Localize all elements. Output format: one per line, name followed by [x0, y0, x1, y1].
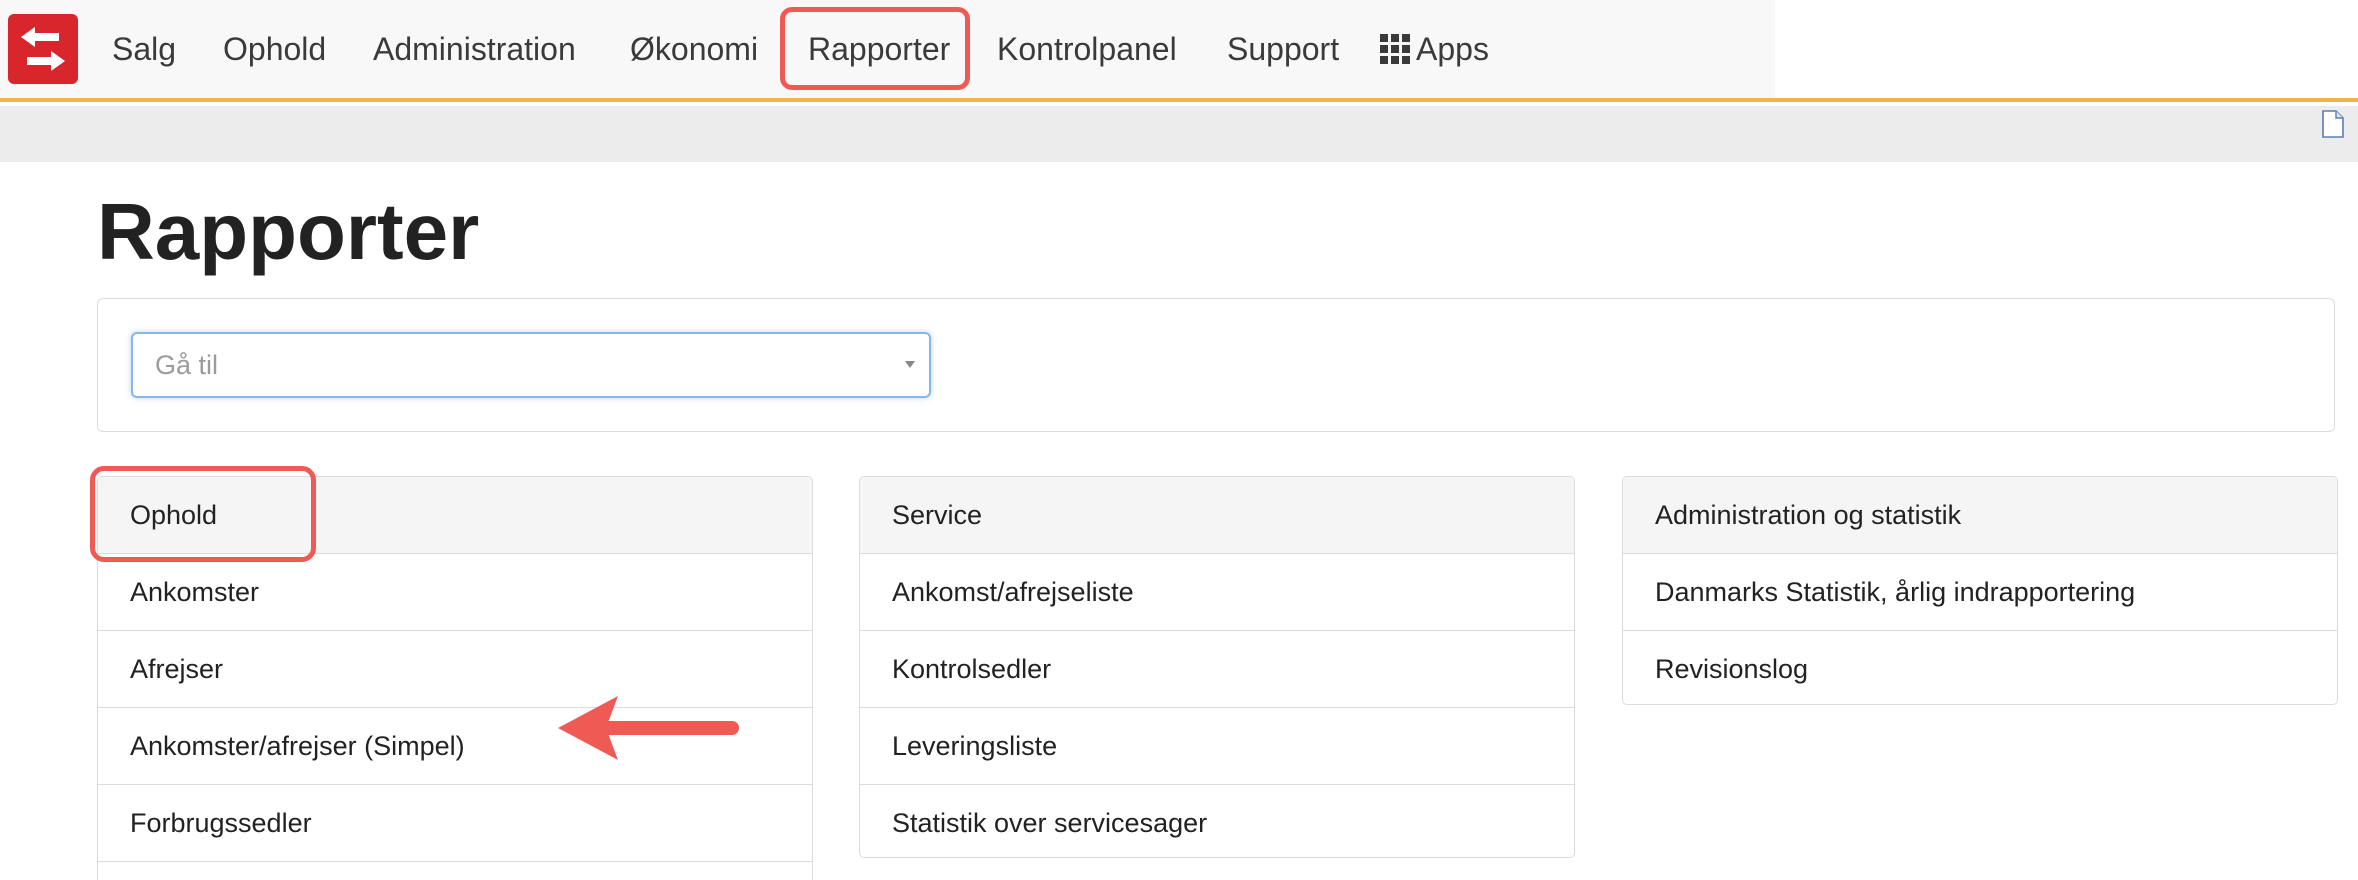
nav-item-support[interactable]: Support	[1227, 0, 1339, 98]
panel-heading-service: Service	[860, 477, 1574, 554]
report-link-forbrugssedler[interactable]: Forbrugssedler	[98, 785, 812, 862]
rapporter-highlight-box	[780, 7, 970, 90]
nav-item-administration[interactable]: Administration	[373, 0, 576, 98]
ophold-highlight-box	[90, 466, 316, 562]
top-navbar-right	[1775, 0, 2358, 102]
top-navbar: Salg Ophold Administration Økonomi Rappo…	[0, 0, 1775, 102]
grid-icon	[1380, 33, 1410, 64]
report-link-ankomst-afrejseliste[interactable]: Ankomst/afrejseliste	[860, 554, 1574, 631]
panel-service: Service Ankomst/afrejseliste Kontrolsedl…	[859, 476, 1575, 858]
nav-item-okonomi[interactable]: Økonomi	[630, 0, 758, 98]
nav-item-apps-label: Apps	[1416, 31, 1489, 67]
report-link-kontrolsedler[interactable]: Kontrolsedler	[860, 631, 1574, 708]
caret-down-icon	[905, 361, 915, 368]
report-link-statistik-servicesager[interactable]: Statistik over servicesager	[860, 785, 1574, 857]
report-link-leveringsliste[interactable]: Leveringsliste	[860, 708, 1574, 785]
goto-panel: Gå til	[97, 298, 2335, 432]
goto-placeholder: Gå til	[155, 350, 219, 380]
logo-arrows-icon	[21, 27, 65, 71]
annotation-arrow-icon	[558, 696, 739, 760]
goto-select[interactable]: Gå til	[131, 332, 931, 398]
report-link-ankomster[interactable]: Ankomster	[98, 554, 812, 631]
nav-item-kontrolpanel[interactable]: Kontrolpanel	[997, 0, 1177, 98]
nav-item-apps[interactable]: Apps	[1380, 0, 1489, 98]
nav-item-ophold[interactable]: Ophold	[223, 0, 326, 98]
report-link-danmarks-statistik[interactable]: Danmarks Statistik, årlig indrapporterin…	[1623, 554, 2337, 631]
nav-item-salg[interactable]: Salg	[112, 0, 176, 98]
page-title: Rapporter	[97, 187, 480, 276]
report-link-revisionslog[interactable]: Revisionslog	[1623, 631, 2337, 704]
app-logo[interactable]	[8, 14, 78, 84]
document-icon[interactable]	[2322, 110, 2344, 138]
panel-heading-administration-statistik: Administration og statistik	[1623, 477, 2337, 554]
panel-administration-statistik: Administration og statistik Danmarks Sta…	[1622, 476, 2338, 705]
sub-toolbar	[0, 106, 2358, 162]
